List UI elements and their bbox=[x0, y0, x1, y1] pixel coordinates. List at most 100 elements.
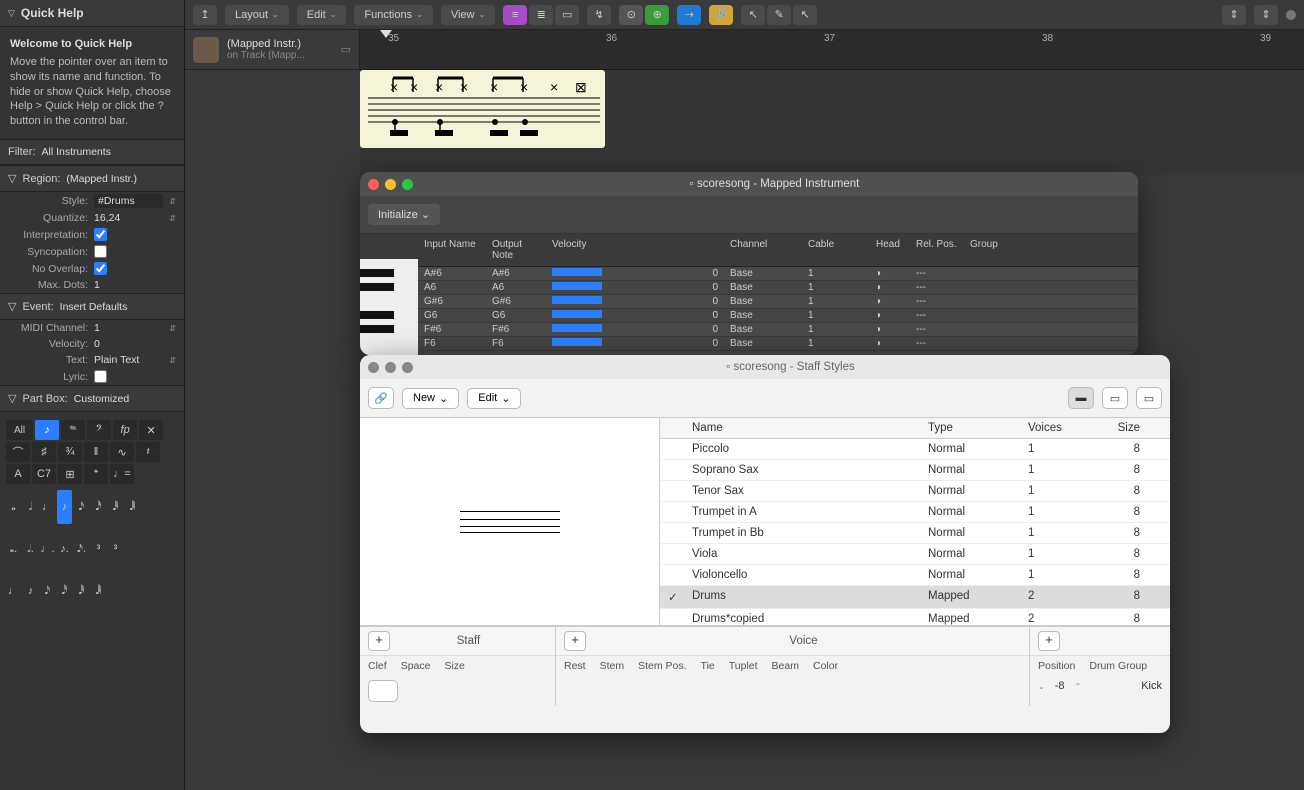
midi-field[interactable]: 1 bbox=[94, 322, 163, 334]
note-icon[interactable]: 𝅗𝅥 bbox=[23, 490, 38, 524]
maxdots-field[interactable]: 1 bbox=[94, 279, 176, 291]
note-icon[interactable]: ♩ bbox=[6, 574, 21, 608]
note-icon[interactable]: 𝅘𝅥𝅲 bbox=[91, 574, 106, 608]
track-menu-icon[interactable]: ▭ bbox=[341, 43, 351, 56]
partbox-tab-tab[interactable]: ⊞ bbox=[58, 464, 82, 484]
hzoom-button[interactable]: ⇕ bbox=[1254, 5, 1278, 25]
partbox-tab-rest[interactable]: 𝄽 bbox=[136, 442, 160, 462]
pointer-tool[interactable]: ↖ bbox=[741, 5, 765, 25]
table-row[interactable]: A#6A#6 0 Base1 ◗--- bbox=[360, 267, 1138, 281]
note-dotted-icon[interactable]: 𝅝. bbox=[6, 532, 21, 566]
drumgroup-value[interactable]: Kick bbox=[1141, 680, 1162, 692]
partbox-tab-chord[interactable]: C7 bbox=[32, 464, 56, 484]
partbox-tab-bars[interactable]: ‖ bbox=[84, 442, 108, 462]
note-icon[interactable]: 𝅘𝅥𝅰 bbox=[57, 574, 72, 608]
list-item[interactable]: Soprano SaxNormal 18 bbox=[660, 460, 1170, 481]
table-row[interactable]: A6A6 0 Base1 ◗--- bbox=[360, 281, 1138, 295]
partbox-tab-all[interactable]: All bbox=[6, 420, 33, 440]
window-titlebar[interactable]: ▫ scoresong - Staff Styles bbox=[360, 355, 1170, 379]
view-single-button[interactable]: ▬ bbox=[1068, 387, 1094, 409]
note-icon[interactable]: ♪ bbox=[57, 490, 72, 524]
stepper-down-icon[interactable]: ⌄ bbox=[1038, 682, 1045, 691]
quantize-field[interactable]: 16,24 bbox=[94, 212, 163, 224]
midi-in-button[interactable]: ↯ bbox=[587, 5, 611, 25]
minimize-icon[interactable] bbox=[385, 179, 396, 190]
list-item[interactable]: Tenor SaxNormal 18 bbox=[660, 481, 1170, 502]
partbox-tab-pedal[interactable]: 𝆮 bbox=[61, 420, 85, 440]
note-triplet-icon[interactable]: ³ bbox=[91, 532, 106, 566]
quick-help-header[interactable]: ▽ Quick Help bbox=[0, 0, 184, 27]
track-header[interactable]: (Mapped Instr.) on Track (Mapp... ▭ bbox=[185, 30, 360, 70]
tool-a-button[interactable]: ⊙ bbox=[619, 5, 643, 25]
zoom-icon[interactable] bbox=[402, 362, 413, 373]
list-item[interactable]: ✓ DrumsMapped 28 bbox=[660, 586, 1170, 609]
note-dotted-icon[interactable]: 𝅘𝅥𝅯. bbox=[74, 532, 89, 566]
note-icon[interactable]: ♩ bbox=[40, 490, 55, 524]
clef-selector[interactable] bbox=[368, 680, 398, 702]
note-icon[interactable]: 𝅘𝅥𝅱 bbox=[108, 490, 123, 524]
partbox-tab-coda[interactable]: 𝄌 bbox=[84, 464, 108, 484]
close-icon[interactable] bbox=[368, 179, 379, 190]
syncopation-checkbox[interactable] bbox=[94, 245, 107, 258]
partbox-tab-text[interactable]: A bbox=[6, 464, 30, 484]
functions-menu[interactable]: Functions⌄ bbox=[354, 5, 432, 25]
list-item[interactable]: PiccoloNormal 18 bbox=[660, 439, 1170, 460]
interpretation-checkbox[interactable] bbox=[94, 228, 107, 241]
lyric-checkbox[interactable] bbox=[94, 370, 107, 383]
note-icon[interactable]: 𝅘𝅥𝅯 bbox=[74, 490, 89, 524]
pencil-tool[interactable]: ✎ bbox=[767, 5, 791, 25]
window-titlebar[interactable]: ▫ scoresong - Mapped Instrument bbox=[360, 172, 1138, 196]
view-dual-button[interactable]: ▭ bbox=[1102, 387, 1128, 409]
staff-style-list[interactable]: Name Type Voices Size PiccoloNormal 18 S… bbox=[660, 418, 1170, 625]
stepper-icon[interactable]: ⇵ bbox=[169, 214, 176, 223]
partbox-tab-sharps[interactable]: ♯ bbox=[32, 442, 56, 462]
partbox-tab-dynamics[interactable]: fp bbox=[113, 420, 137, 440]
text-field[interactable]: Plain Text bbox=[94, 354, 163, 366]
view-wrapped-button[interactable]: ≣ bbox=[529, 5, 553, 25]
zoom-dot-icon[interactable] bbox=[1286, 10, 1296, 20]
nooverlap-checkbox[interactable] bbox=[94, 262, 107, 275]
edit-menu[interactable]: Edit⌄ bbox=[297, 5, 347, 25]
partbox-tab-heads[interactable]: ✕ bbox=[139, 420, 163, 440]
link-button[interactable]: 🔗 bbox=[709, 5, 733, 25]
piano-keyboard[interactable] bbox=[360, 259, 418, 355]
back-button[interactable]: ↥ bbox=[193, 5, 217, 25]
partbox-tab-tempo[interactable]: ♩= bbox=[110, 464, 134, 484]
table-row[interactable]: G6G6 0 Base1 ◗--- bbox=[360, 309, 1138, 323]
bar-ruler[interactable]: 35 36 37 38 39 bbox=[360, 30, 1304, 70]
position-value[interactable]: -8 bbox=[1055, 680, 1065, 692]
list-item[interactable]: ViolaNormal 18 bbox=[660, 544, 1170, 565]
note-triplet-icon[interactable]: ³ bbox=[108, 532, 123, 566]
link-button[interactable]: 🔗 bbox=[368, 387, 394, 409]
initialize-button[interactable]: Initialize ⌄ bbox=[368, 204, 440, 225]
minimize-icon[interactable] bbox=[385, 362, 396, 373]
stepper-up-icon[interactable]: ⌃ bbox=[1074, 682, 1081, 691]
partbox-tab-symbols[interactable]: ⌒ bbox=[6, 442, 30, 462]
zoom-icon[interactable] bbox=[402, 179, 413, 190]
table-row[interactable]: F#6F#6 0 Base1 ◗--- bbox=[360, 323, 1138, 337]
partbox-tab-notes[interactable]: ♪ bbox=[35, 420, 59, 440]
add-staff-button[interactable]: + bbox=[368, 631, 390, 651]
table-row[interactable]: F6F6 0 Base1 ◗--- bbox=[360, 337, 1138, 351]
list-item[interactable]: Trumpet in BbNormal 18 bbox=[660, 523, 1170, 544]
catch-button[interactable]: ⇢ bbox=[677, 5, 701, 25]
view-list-button[interactable]: ▭ bbox=[1136, 387, 1162, 409]
partbox-tab-clef[interactable]: 𝄢 bbox=[87, 420, 111, 440]
partbox-header[interactable]: ▽ Part Box: Customized bbox=[0, 385, 184, 412]
region-header[interactable]: ▽ Region: (Mapped Instr.) bbox=[0, 165, 184, 192]
note-dotted-icon[interactable]: ♪. bbox=[57, 532, 72, 566]
layout-menu[interactable]: Layout⌄ bbox=[225, 5, 289, 25]
close-icon[interactable] bbox=[368, 362, 379, 373]
list-item[interactable]: Trumpet in ANormal 18 bbox=[660, 502, 1170, 523]
filter-row[interactable]: Filter: All Instruments bbox=[0, 139, 184, 165]
partbox-tab-trill[interactable]: ∿ bbox=[110, 442, 134, 462]
view-menu[interactable]: View⌄ bbox=[441, 5, 495, 25]
table-row[interactable]: G#6G#6 0 Base1 ◗--- bbox=[360, 295, 1138, 309]
note-dotted-icon[interactable]: ♩. bbox=[40, 532, 55, 566]
edit-menu[interactable]: Edit ⌄ bbox=[467, 388, 521, 409]
event-header[interactable]: ▽ Event: Insert Defaults bbox=[0, 293, 184, 320]
note-icon[interactable]: ♪ bbox=[23, 574, 38, 608]
add-assign-button[interactable]: + bbox=[1038, 631, 1060, 651]
alt-tool[interactable]: ↖ bbox=[793, 5, 817, 25]
tool-b-button[interactable]: ⊕ bbox=[645, 5, 669, 25]
